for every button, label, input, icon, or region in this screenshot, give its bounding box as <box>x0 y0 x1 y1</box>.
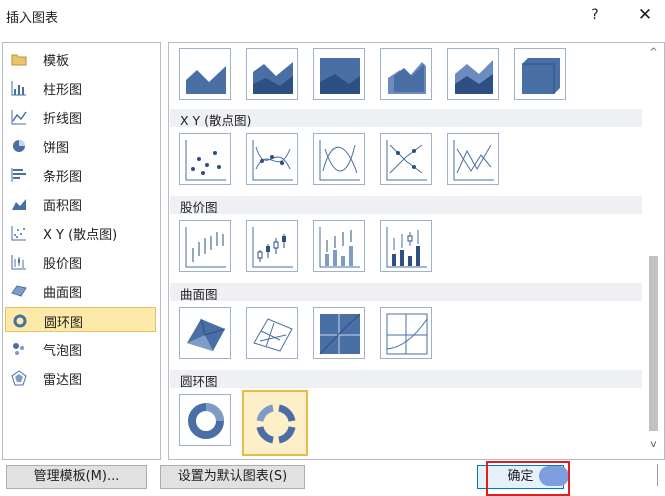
category-label: 曲面图 <box>43 286 83 301</box>
scatter-chart-icon <box>11 225 27 241</box>
category-label: 饼图 <box>43 141 70 156</box>
category-label: 模板 <box>43 54 70 69</box>
category-surface[interactable]: 曲面图 <box>5 278 156 303</box>
title-bar: 插入图表 ? ✕ <box>0 0 665 32</box>
percent-area-chart-thumb[interactable] <box>313 48 365 100</box>
category-label: 折线图 <box>43 112 83 127</box>
window-title: 插入图表 <box>6 11 59 26</box>
category-label: 柱形图 <box>43 83 83 98</box>
section-header-scatter: X Y (散点图) <box>170 109 642 128</box>
line-chart-icon <box>11 109 27 125</box>
section-label: 圆环图 <box>180 374 218 389</box>
help-button[interactable]: ? <box>584 4 606 26</box>
category-label: 面积图 <box>43 199 83 214</box>
category-bubble[interactable]: 气泡图 <box>5 336 156 361</box>
section-header-surface: 曲面图 <box>170 283 642 302</box>
section-label: 曲面图 <box>180 287 218 302</box>
gallery-scrollbar[interactable]: ^ v <box>645 43 662 457</box>
folder-icon <box>11 51 27 67</box>
category-line[interactable]: 折线图 <box>5 104 156 129</box>
category-template[interactable]: 模板 <box>5 46 156 71</box>
pie-chart-icon <box>11 138 27 154</box>
scrollbar-thumb[interactable] <box>649 256 658 431</box>
section-header-doughnut: 圆环图 <box>170 370 642 389</box>
area-chart-icon <box>11 196 27 212</box>
category-label: 圆环图 <box>44 316 84 331</box>
cancel-button-edge[interactable] <box>657 464 664 486</box>
stock-vohlc-thumb[interactable] <box>380 220 432 272</box>
category-stock[interactable]: 股价图 <box>5 249 156 274</box>
stock-chart-icon <box>11 254 27 270</box>
surface-chart-icon <box>11 283 27 299</box>
radar-chart-icon <box>11 370 27 386</box>
stock-ohlc-thumb[interactable] <box>246 220 298 272</box>
bar-chart-icon <box>11 167 27 183</box>
category-radar[interactable]: 雷达图 <box>5 365 156 390</box>
scatter-smooth-thumb[interactable] <box>313 133 365 185</box>
category-label: 雷达图 <box>43 373 83 388</box>
scroll-down-arrow-icon[interactable]: v <box>645 439 662 453</box>
doughnut-thumb[interactable] <box>179 394 231 446</box>
category-area[interactable]: 面积图 <box>5 191 156 216</box>
set-default-chart-button[interactable]: 设置为默认图表(S) <box>160 465 305 489</box>
3d-area-chart-thumb[interactable] <box>380 48 432 100</box>
wireframe-3d-surface-thumb[interactable] <box>246 307 298 359</box>
stacked-area-chart-thumb[interactable] <box>246 48 298 100</box>
doughnut-chart-icon <box>12 313 28 329</box>
exploded-doughnut-thumb[interactable] <box>242 390 308 456</box>
category-scatter[interactable]: X Y (散点图) <box>5 220 156 245</box>
close-button[interactable]: ✕ <box>632 3 658 27</box>
scatter-lines-thumb[interactable] <box>447 133 499 185</box>
3d-surface-thumb[interactable] <box>179 307 231 359</box>
category-column[interactable]: 柱形图 <box>5 75 156 100</box>
stock-vhlc-thumb[interactable] <box>313 220 365 272</box>
chart-gallery: X Y (散点图) 股价图 曲面图 圆环图 <box>168 42 665 460</box>
section-label: X Y (散点图) <box>180 113 252 128</box>
wireframe-contour-thumb[interactable] <box>380 307 432 359</box>
category-doughnut[interactable]: 圆环图 <box>5 307 156 332</box>
column-chart-icon <box>11 80 27 96</box>
scatter-smooth-markers-thumb[interactable] <box>246 133 298 185</box>
category-label: 气泡图 <box>43 344 83 359</box>
category-label: 股价图 <box>43 257 83 272</box>
category-pie[interactable]: 饼图 <box>5 133 156 158</box>
area-chart-thumb[interactable] <box>179 48 231 100</box>
manage-templates-button[interactable]: 管理模板(M)... <box>6 465 147 489</box>
section-header-stock: 股价图 <box>170 196 642 215</box>
category-label: 条形图 <box>43 170 83 185</box>
3d-stacked-area-chart-thumb[interactable] <box>447 48 499 100</box>
category-label: X Y (散点图) <box>43 228 118 243</box>
scroll-up-arrow-icon[interactable]: ^ <box>645 47 662 61</box>
scatter-markers-thumb[interactable] <box>179 133 231 185</box>
category-bar[interactable]: 条形图 <box>5 162 156 187</box>
3d-percent-area-chart-thumb[interactable] <box>514 48 566 100</box>
stock-hlc-thumb[interactable] <box>179 220 231 272</box>
highlight-box <box>486 461 570 496</box>
contour-thumb[interactable] <box>313 307 365 359</box>
section-label: 股价图 <box>180 200 218 215</box>
scatter-lines-markers-thumb[interactable] <box>380 133 432 185</box>
bubble-chart-icon <box>11 341 27 357</box>
chart-category-list: 模板 柱形图 折线图 饼图 条形图 面积图 X Y (散点图) 股价图 曲面图 … <box>2 42 161 460</box>
